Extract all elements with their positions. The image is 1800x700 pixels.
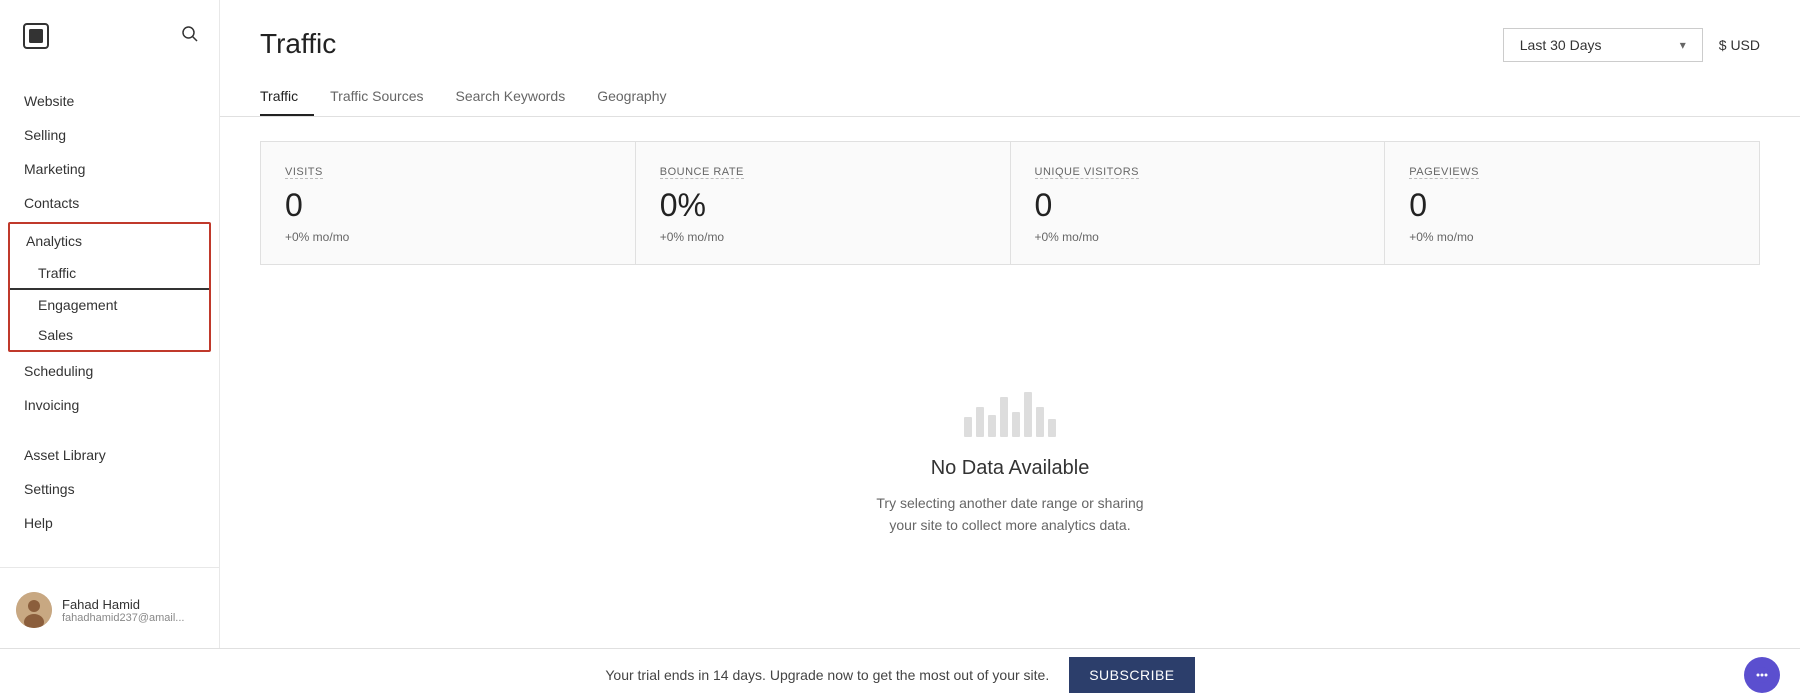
stat-label-pageviews: PAGEVIEWS xyxy=(1409,166,1479,179)
chart-bar xyxy=(964,417,972,437)
sidebar-item-marketing[interactable]: Marketing xyxy=(0,152,219,186)
stat-change-bounce-rate: +0% mo/mo xyxy=(660,230,986,244)
chat-icon[interactable] xyxy=(1744,657,1780,693)
sidebar-bottom: Fahad Hamid fahadhamid237@amail... xyxy=(0,567,219,648)
tab-search-keywords[interactable]: Search Keywords xyxy=(456,78,582,116)
no-data-section: No Data Available Try selecting another … xyxy=(220,265,1800,648)
stat-change-pageviews: +0% mo/mo xyxy=(1409,230,1735,244)
no-data-subtitle: Try selecting another date range or shar… xyxy=(876,492,1143,537)
sidebar-item-analytics[interactable]: Analytics xyxy=(10,224,209,258)
sidebar-item-engagement[interactable]: Engagement xyxy=(10,290,209,320)
main-content: Traffic Last 30 Days ▾ $ USD Traffic Tra… xyxy=(220,0,1800,648)
user-info: Fahad Hamid fahadhamid237@amail... xyxy=(62,597,184,624)
chart-bar xyxy=(988,415,996,437)
chart-bar xyxy=(1012,412,1020,437)
stat-label-visits: VISITS xyxy=(285,166,323,179)
subscribe-button[interactable]: SUBSCRIBE xyxy=(1069,657,1194,693)
user-email: fahadhamid237@amail... xyxy=(62,612,184,624)
sidebar-item-scheduling[interactable]: Scheduling xyxy=(0,354,219,388)
stat-card-unique-visitors: UNIQUE VISITORS 0 +0% mo/mo xyxy=(1011,142,1386,264)
page-title: Traffic xyxy=(260,28,336,60)
tabs-bar: Traffic Traffic Sources Search Keywords … xyxy=(220,78,1800,117)
sidebar-nav: Website Selling Marketing Contacts Analy… xyxy=(0,68,219,567)
tab-traffic[interactable]: Traffic xyxy=(260,78,314,116)
analytics-section: Analytics Traffic Engagement Sales xyxy=(8,222,211,352)
stat-card-visits: VISITS 0 +0% mo/mo xyxy=(261,142,636,264)
header-right: Last 30 Days ▾ $ USD xyxy=(1503,28,1760,62)
trial-message: Your trial ends in 14 days. Upgrade now … xyxy=(605,667,1049,683)
stat-value-bounce-rate: 0% xyxy=(660,187,986,224)
sidebar-item-contacts[interactable]: Contacts xyxy=(0,186,219,220)
user-name: Fahad Hamid xyxy=(62,597,184,612)
sidebar-item-settings[interactable]: Settings xyxy=(0,472,219,506)
no-data-chart-icon xyxy=(964,377,1056,437)
squarespace-logo[interactable] xyxy=(20,20,52,52)
avatar xyxy=(16,592,52,628)
chart-bar xyxy=(1024,392,1032,437)
stat-change-unique-visitors: +0% mo/mo xyxy=(1035,230,1361,244)
chart-bar xyxy=(976,407,984,437)
sidebar-item-traffic[interactable]: Traffic xyxy=(10,258,209,290)
sidebar-item-invoicing[interactable]: Invoicing xyxy=(0,388,219,422)
stat-value-visits: 0 xyxy=(285,187,611,224)
sidebar-item-website[interactable]: Website xyxy=(0,84,219,118)
stat-card-pageviews: PAGEVIEWS 0 +0% mo/mo xyxy=(1385,142,1759,264)
tab-geography[interactable]: Geography xyxy=(597,78,682,116)
stats-row: VISITS 0 +0% mo/mo BOUNCE RATE 0% +0% mo… xyxy=(260,141,1760,265)
page-header: Traffic Last 30 Days ▾ $ USD xyxy=(220,0,1800,62)
sidebar-top xyxy=(0,0,219,68)
user-section[interactable]: Fahad Hamid fahadhamid237@amail... xyxy=(0,584,219,636)
date-range-dropdown[interactable]: Last 30 Days ▾ xyxy=(1503,28,1703,62)
sidebar-item-sales[interactable]: Sales xyxy=(10,320,209,350)
stat-change-visits: +0% mo/mo xyxy=(285,230,611,244)
tab-traffic-sources[interactable]: Traffic Sources xyxy=(330,78,439,116)
stat-card-bounce-rate: BOUNCE RATE 0% +0% mo/mo xyxy=(636,142,1011,264)
stat-value-pageviews: 0 xyxy=(1409,187,1735,224)
sidebar-item-help[interactable]: Help xyxy=(0,506,219,540)
trial-bar: Your trial ends in 14 days. Upgrade now … xyxy=(0,648,1800,700)
chevron-down-icon: ▾ xyxy=(1680,38,1686,52)
chart-bar xyxy=(1000,397,1008,437)
no-data-title: No Data Available xyxy=(931,457,1090,480)
sidebar-item-asset-library[interactable]: Asset Library xyxy=(0,438,219,472)
sidebar: Website Selling Marketing Contacts Analy… xyxy=(0,0,220,648)
stat-label-bounce-rate: BOUNCE RATE xyxy=(660,166,744,179)
stat-label-unique-visitors: UNIQUE VISITORS xyxy=(1035,166,1139,179)
sidebar-item-selling[interactable]: Selling xyxy=(0,118,219,152)
currency-label: $ USD xyxy=(1719,37,1760,53)
chart-bar xyxy=(1048,419,1056,437)
chart-bar xyxy=(1036,407,1044,437)
stat-value-unique-visitors: 0 xyxy=(1035,187,1361,224)
search-icon[interactable] xyxy=(181,25,199,48)
